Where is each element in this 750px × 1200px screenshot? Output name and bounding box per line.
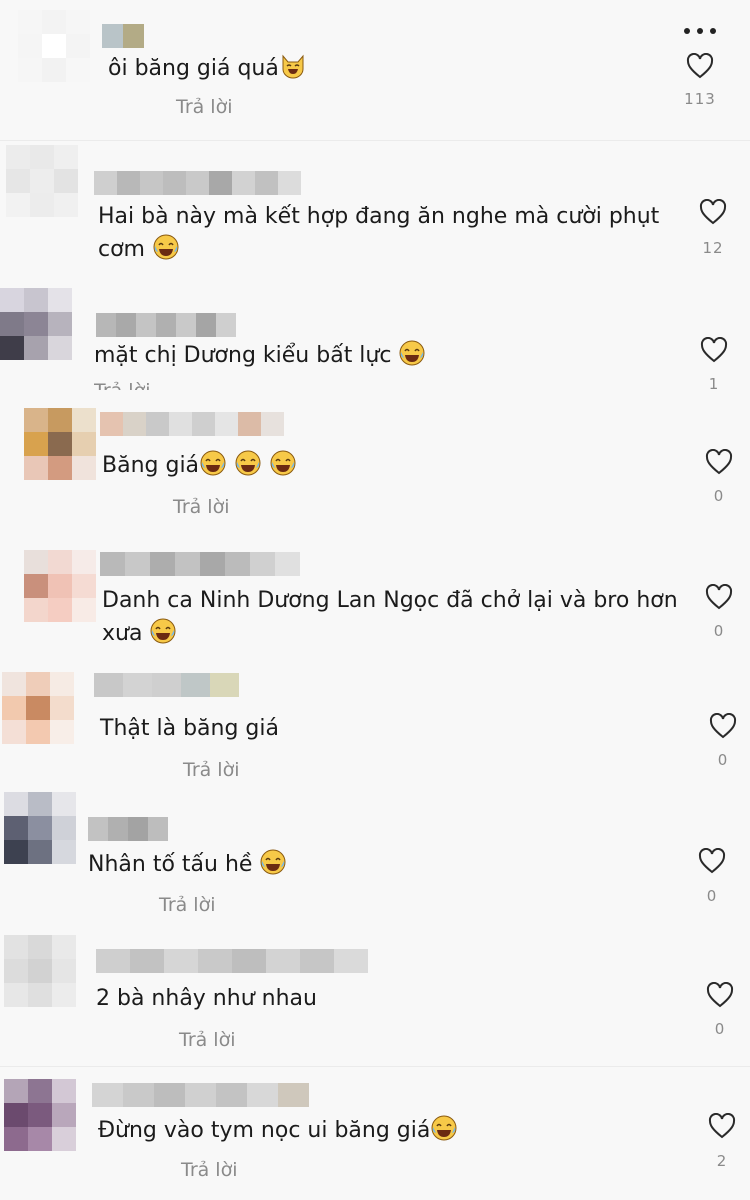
comment-text: mặt chị Dương kiểu bất lực	[94, 339, 426, 372]
reply-button[interactable]: Trả lời	[181, 1159, 238, 1181]
face-tears-of-joy-icon	[260, 849, 286, 875]
like-heart-icon[interactable]	[686, 53, 714, 79]
cat-laughing-emoji-icon	[282, 54, 304, 79]
like-heart-icon[interactable]	[699, 199, 727, 225]
like-count: 2	[716, 1152, 728, 1170]
reply-button[interactable]: Trả lời	[94, 380, 254, 390]
face-tears-of-joy-icon	[150, 618, 176, 644]
like-heart-icon[interactable]	[709, 713, 737, 739]
comment-text: Đừng vào tym nọc ui băng giá	[98, 1114, 458, 1147]
face-tears-of-joy-icon	[270, 450, 296, 476]
comment-item: Danh ca Ninh Dương Lan Ngọc đã chở lại v…	[0, 525, 750, 667]
avatar[interactable]	[24, 550, 96, 622]
face-tears-of-joy-icon	[235, 450, 261, 476]
comment-text: Băng giá	[102, 449, 297, 482]
comment-item: ôi băng giá quá Trả lời 113	[0, 0, 750, 140]
comment-text: Thật là băng giá	[100, 716, 279, 741]
avatar[interactable]	[2, 672, 74, 744]
like-count: 12	[702, 239, 724, 257]
avatar[interactable]	[24, 408, 96, 480]
like-heart-icon[interactable]	[708, 1113, 736, 1139]
comment-text: 2 bà nhây như nhau	[96, 986, 317, 1011]
reply-button[interactable]: Trả lời	[183, 759, 240, 781]
comment-item: Thật là băng giá Trả lời 0	[0, 668, 750, 790]
reply-button[interactable]: Trả lời	[159, 894, 216, 916]
comment-item: mặt chị Dương kiểu bất lực Trả lời 1	[0, 284, 750, 404]
comment-item: Nhân tố tấu hề Trả lời 0	[0, 790, 750, 924]
username[interactable]	[102, 24, 144, 48]
like-count: 0	[713, 622, 725, 640]
comment-item: Hai bà này mà kết hợp đang ăn nghe mà cư…	[0, 141, 750, 283]
avatar[interactable]	[4, 792, 76, 864]
like-heart-icon[interactable]	[698, 848, 726, 874]
reply-button[interactable]: Trả lời	[173, 496, 230, 518]
comment-text: Hai bà này mà kết hợp đang ăn nghe mà cư…	[98, 204, 660, 262]
face-tears-of-joy-icon	[431, 1115, 457, 1141]
avatar[interactable]	[6, 145, 78, 217]
comment-item: Băng giá Trả lời 0	[0, 404, 750, 524]
username[interactable]	[100, 412, 284, 436]
face-tears-of-joy-icon	[153, 234, 179, 260]
username[interactable]	[88, 817, 168, 841]
username[interactable]	[100, 552, 304, 576]
avatar[interactable]	[4, 1079, 76, 1151]
reply-button[interactable]: Trả lời	[179, 1029, 236, 1051]
like-heart-icon[interactable]	[705, 449, 733, 475]
comment-text: Nhân tố tấu hề	[88, 848, 287, 881]
like-count: 1	[708, 375, 720, 393]
reply-button[interactable]: Trả lời	[176, 96, 233, 118]
username[interactable]	[94, 171, 306, 195]
comment-text: ôi băng giá quá	[108, 52, 307, 85]
username[interactable]	[92, 1083, 314, 1107]
like-count: 0	[717, 751, 729, 769]
face-tears-of-joy-icon	[200, 450, 226, 476]
username[interactable]	[94, 673, 240, 697]
like-count: 0	[713, 487, 725, 505]
avatar[interactable]	[0, 288, 72, 360]
like-heart-icon[interactable]	[700, 337, 728, 363]
like-count: 113	[684, 90, 716, 108]
username[interactable]	[96, 313, 236, 337]
username[interactable]	[96, 949, 370, 973]
comment-text: Danh ca Ninh Dương Lan Ngọc đã chở lại v…	[102, 588, 678, 646]
like-heart-icon[interactable]	[705, 584, 733, 610]
face-tears-of-joy-icon	[399, 340, 425, 366]
like-count: 0	[714, 1020, 726, 1038]
comment-item: Đừng vào tym nọc ui băng giá Trả lời 2	[0, 1067, 750, 1200]
like-count: 0	[706, 887, 718, 905]
avatar[interactable]	[4, 935, 76, 1007]
avatar[interactable]	[18, 10, 90, 82]
comment-item: 2 bà nhây như nhau Trả lời 0	[0, 925, 750, 1065]
like-heart-icon[interactable]	[706, 982, 734, 1008]
